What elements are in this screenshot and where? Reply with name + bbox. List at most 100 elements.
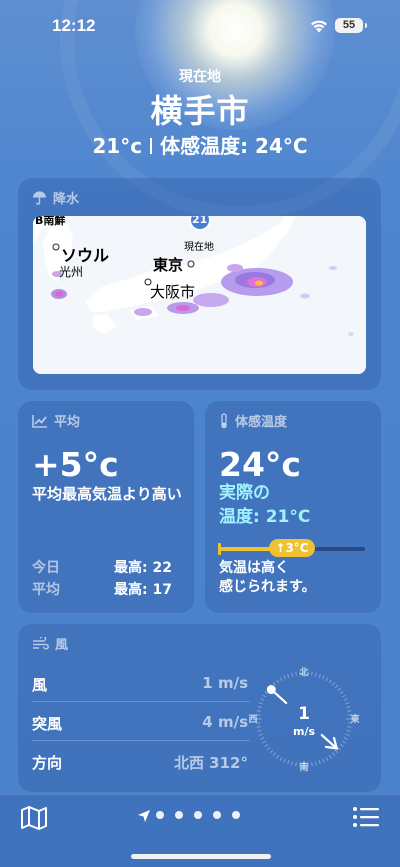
wind-row: 方向 北西 312° [32,742,250,780]
compass-tick [331,681,336,686]
wind-row-value: 北西 312° [173,754,248,772]
compass-tick [346,729,351,732]
average-description: 平均最高気温より高い [32,485,182,503]
feels-like-value: 24°c [219,445,301,484]
page-dot[interactable] [213,811,221,819]
wind-row-label: 突風 [32,715,63,733]
feels-like-note-line2: 感じられます。 [219,579,316,595]
actual-temp-tick [218,543,221,555]
wind-row: 突風 4 m/s [32,703,250,741]
compass-tick [279,756,283,761]
compass-tick [262,740,267,744]
compass-tick [295,762,297,767]
page-dot[interactable] [156,811,164,819]
compass-unit: m/s [293,725,315,738]
compass-tick [291,761,294,766]
compass-tick [266,746,271,751]
compass-tick [331,752,336,757]
umbrella-icon [32,190,47,205]
compass-tick [264,743,269,747]
arrow-tail-dot [266,685,276,695]
compass-tick [343,737,348,740]
feels-like-note-line1: 気温は高く [219,560,289,576]
map-label-current-location: 現在地 [184,242,214,253]
compass-tick [318,673,321,678]
compass-tick [346,706,351,709]
current-temp: 21°c [92,134,143,158]
compass-tick [343,698,348,701]
compass-tick [257,729,262,732]
battery-indicator: 55 [335,18,367,33]
compass-east: 東 [350,713,359,725]
status-time: 12:12 [52,16,96,35]
compass-tick [257,706,262,709]
compass-tick [260,737,265,740]
average-value: +5°c [32,445,119,484]
compass-tick [262,694,267,698]
compass-tick [283,675,286,680]
feels-like-card[interactable]: 体感温度 24°c 実際の 温度: 21°C ↑3°C 気温は高く 感じられます… [205,401,381,613]
map-label-cut: B南鮮 [35,216,66,227]
precipitation-title: 降水 [53,192,80,207]
wifi-icon [309,18,329,37]
average-row-label: 今日 [32,560,60,576]
list-icon[interactable] [352,805,380,833]
feels-like-title: 体感温度 [235,415,288,430]
compass-tick [276,679,280,684]
divider [150,138,153,154]
compass-tick [258,733,263,736]
precipitation-card[interactable]: 降水 B南鮮 ソウル 光州 東京 大阪市 現在地 21 [18,178,381,390]
average-card[interactable]: 平均 +5°c 平均最高気温より高い 今日 最高: 22 平均 最高: 17 [18,401,194,613]
location-marker[interactable]: 21 [192,216,207,226]
average-title: 平均 [54,415,81,430]
feels-like-header: 体感温度 [219,411,287,430]
compass-tick [256,710,261,712]
compass-tick [347,710,352,712]
page-dot[interactable] [175,811,183,819]
compass-tick [311,762,313,767]
wind-header: 風 [32,634,68,653]
compass-tick [279,677,283,682]
thermometer-icon [219,412,229,429]
page-dot[interactable] [194,811,202,819]
compass-tick [272,752,277,757]
page-dot[interactable] [232,811,240,819]
compass-tick [258,702,263,705]
compass-speed: 1 [298,704,310,724]
difference-badge: ↑3°C [269,539,315,557]
average-row-value: 最高: 17 [114,582,172,598]
compass-tick [283,758,286,763]
wind-card[interactable]: 風 風 1 m/s 突風 4 m/s 方向 北西 312° 北 東 南 西 1 … [18,624,381,792]
wind-title: 風 [55,638,69,653]
compass-tick [256,726,261,728]
current-conditions: 21°c 体感温度: 24°C [0,130,400,159]
compass-tick [311,671,313,676]
trend-chart-icon [32,414,48,428]
compass-tick [276,754,280,759]
location-label: 現在地 [179,69,221,85]
compass-tick [260,698,265,701]
compass-tick [347,726,352,728]
status-bar: 12:12 55 [0,14,400,38]
wind-row: 風 1 m/s [32,664,250,702]
compass-tick [318,760,321,765]
average-row-label: 平均 [32,582,60,598]
compass-south: 南 [299,761,308,773]
compass-tick [334,684,339,689]
compass-west: 西 [248,714,257,725]
compass-tick [272,681,277,686]
map-icon[interactable] [20,805,48,835]
precipitation-map[interactable]: B南鮮 ソウル 光州 東京 大阪市 現在地 21 [33,216,366,374]
wind-row-label: 方向 [32,754,63,772]
compass-tick [287,760,290,765]
map-label-gwangju: 光州 [59,265,84,279]
compass-tick [339,691,344,695]
location-arrow-icon[interactable] [137,808,151,827]
compass-tick [334,749,339,754]
wind-row-label: 風 [32,676,48,694]
map-label-tokyo: 東京 [153,256,184,274]
compass-tick [314,672,317,677]
compass-tick [322,675,325,680]
compass-tick [341,740,346,744]
feels-like-summary: 体感温度: 24°C [160,134,308,158]
